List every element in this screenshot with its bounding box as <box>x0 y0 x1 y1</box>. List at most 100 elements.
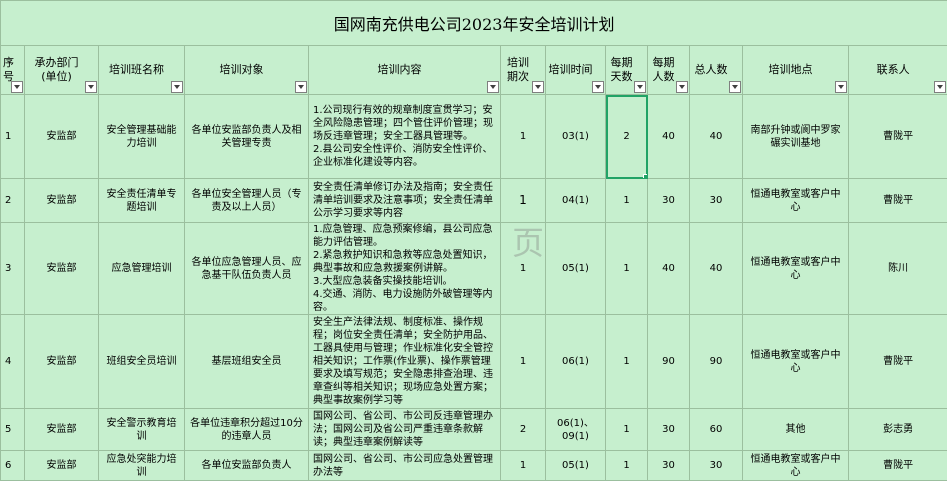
col-header-name[interactable]: 培训班名称 <box>99 46 185 95</box>
cell-no[interactable]: 2 <box>1 179 25 223</box>
filter-dropdown-icon[interactable] <box>934 81 946 93</box>
cell-days[interactable]: 1 <box>606 315 648 409</box>
cell-text: 1.公司现行有效的规章制度宣贯学习；安全风险隐患管理；四个管住评价管理；现场反违… <box>311 104 498 169</box>
cell-dept[interactable]: 安监部 <box>25 179 99 223</box>
cell-days[interactable]: 1 <box>606 179 648 223</box>
fill-handle[interactable] <box>643 174 648 179</box>
cell-sessions[interactable]: 1 <box>501 223 546 315</box>
cell-place[interactable]: 恒通电教室或客户中心 <box>743 223 849 315</box>
cell-target[interactable]: 各单位应急管理人员、应急基干队伍负责人员 <box>185 223 309 315</box>
cell-content[interactable]: 安全生产法律法规、制度标准、操作规程；岗位安全责任清单；安全防护用品、工器具使用… <box>309 315 501 409</box>
cell-content[interactable]: 安全责任清单修订办法及指南；安全责任清单培训要求及注意事项；安全责任清单公示学习… <box>309 179 501 223</box>
cell-contact[interactable]: 陈川 <box>849 223 947 315</box>
col-header-sessions[interactable]: 培训期次 <box>501 46 546 95</box>
cell-people[interactable]: 40 <box>648 223 690 315</box>
col-header-content[interactable]: 培训内容 <box>309 46 501 95</box>
cell-dept[interactable]: 安监部 <box>25 223 99 315</box>
cell-place[interactable]: 恒通电教室或客户中心 <box>743 315 849 409</box>
cell-content[interactable]: 国网公司、省公司、市公司应急处置管理办法等 <box>309 451 501 481</box>
cell-place[interactable]: 恒通电教室或客户中心 <box>743 451 849 481</box>
cell-time[interactable]: 03(1) <box>546 95 606 179</box>
cell-dept[interactable]: 安监部 <box>25 95 99 179</box>
filter-dropdown-icon[interactable] <box>634 81 646 93</box>
cell-place[interactable]: 南部升钟或阆中罗家碾实训基地 <box>743 95 849 179</box>
cell-days[interactable]: 1 <box>606 223 648 315</box>
cell-place[interactable]: 其他 <box>743 409 849 451</box>
cell-content[interactable]: 国网公司、省公司、市公司反违章管理办法；国网公司及省公司严重违章条款解读；典型违… <box>309 409 501 451</box>
cell-sessions[interactable]: 1 <box>501 95 546 179</box>
cell-sessions[interactable]: 1 <box>501 179 546 223</box>
cell-total[interactable]: 90 <box>690 315 743 409</box>
cell-target[interactable]: 各单位安全管理人员（专责及以上人员） <box>185 179 309 223</box>
cell-no[interactable]: 5 <box>1 409 25 451</box>
filter-dropdown-icon[interactable] <box>729 81 741 93</box>
cell-dept[interactable]: 安监部 <box>25 315 99 409</box>
cell-dept[interactable]: 安监部 <box>25 451 99 481</box>
col-header-time[interactable]: 培训时间 <box>546 46 606 95</box>
cell-total[interactable]: 30 <box>690 451 743 481</box>
cell-no[interactable]: 6 <box>1 451 25 481</box>
cell-target[interactable]: 各单位违章积分超过10分的违章人员 <box>185 409 309 451</box>
col-header-dept[interactable]: 承办部门(单位) <box>25 46 99 95</box>
cell-text: 陈川 <box>851 262 945 275</box>
filter-dropdown-icon[interactable] <box>532 81 544 93</box>
cell-people[interactable]: 30 <box>648 409 690 451</box>
cell-no[interactable]: 4 <box>1 315 25 409</box>
cell-no[interactable]: 1 <box>1 95 25 179</box>
cell-total[interactable]: 40 <box>690 223 743 315</box>
cell-target[interactable]: 基层班组安全员 <box>185 315 309 409</box>
sheet-title[interactable]: 国网南充供电公司2023年安全培训计划 <box>1 1 947 46</box>
cell-target[interactable]: 各单位安监部负责人 <box>185 451 309 481</box>
col-header-people[interactable]: 每期人数 <box>648 46 690 95</box>
cell-sessions[interactable]: 1 <box>501 315 546 409</box>
cell-time[interactable]: 04(1) <box>546 179 606 223</box>
cell-total[interactable]: 30 <box>690 179 743 223</box>
cell-people[interactable]: 30 <box>648 179 690 223</box>
col-header-no[interactable]: 序号 <box>1 46 25 95</box>
col-header-total[interactable]: 总人数 <box>690 46 743 95</box>
cell-name[interactable]: 班组安全员培训 <box>99 315 185 409</box>
cell-name[interactable]: 安全责任清单专题培训 <box>99 179 185 223</box>
cell-people[interactable]: 40 <box>648 95 690 179</box>
cell-time[interactable]: 06(1) <box>546 315 606 409</box>
filter-dropdown-icon[interactable] <box>835 81 847 93</box>
cell-contact[interactable]: 曹陇平 <box>849 315 947 409</box>
cell-days[interactable]: 1 <box>606 451 648 481</box>
col-header-place[interactable]: 培训地点 <box>743 46 849 95</box>
filter-dropdown-icon[interactable] <box>592 81 604 93</box>
cell-name[interactable]: 应急管理培训 <box>99 223 185 315</box>
cell-name[interactable]: 安全管理基础能力培训 <box>99 95 185 179</box>
cell-place[interactable]: 恒通电教室或客户中心 <box>743 179 849 223</box>
filter-dropdown-icon[interactable] <box>676 81 688 93</box>
cell-contact[interactable]: 彭志勇 <box>849 409 947 451</box>
col-header-days[interactable]: 每期天数 <box>606 46 648 95</box>
cell-name[interactable]: 应急处突能力培训 <box>99 451 185 481</box>
cell-people[interactable]: 30 <box>648 451 690 481</box>
cell-people[interactable]: 90 <box>648 315 690 409</box>
filter-dropdown-icon[interactable] <box>171 81 183 93</box>
cell-content[interactable]: 1.公司现行有效的规章制度宣贯学习；安全风险隐患管理；四个管住评价管理；现场反违… <box>309 95 501 179</box>
cell-total[interactable]: 60 <box>690 409 743 451</box>
cell-time[interactable]: 05(1) <box>546 451 606 481</box>
cell-no[interactable]: 3 <box>1 223 25 315</box>
cell-dept[interactable]: 安监部 <box>25 409 99 451</box>
col-header-target[interactable]: 培训对象 <box>185 46 309 95</box>
cell-time[interactable]: 05(1) <box>546 223 606 315</box>
cell-target[interactable]: 各单位安监部负责人及相关管理专责 <box>185 95 309 179</box>
cell-sessions[interactable]: 2 <box>501 409 546 451</box>
cell-name[interactable]: 安全警示教育培训 <box>99 409 185 451</box>
filter-dropdown-icon[interactable] <box>295 81 307 93</box>
cell-total[interactable]: 40 <box>690 95 743 179</box>
cell-days[interactable]: 1 <box>606 409 648 451</box>
cell-contact[interactable]: 曹陇平 <box>849 179 947 223</box>
cell-content[interactable]: 1.应急管理、应急预案修编，县公司应急能力评估管理。 2.紧急救护知识和急救等应… <box>309 223 501 315</box>
cell-contact[interactable]: 曹陇平 <box>849 451 947 481</box>
filter-dropdown-icon[interactable] <box>85 81 97 93</box>
selected-cell[interactable]: 2 <box>606 95 648 179</box>
filter-dropdown-icon[interactable] <box>487 81 499 93</box>
cell-sessions[interactable]: 1 <box>501 451 546 481</box>
cell-contact[interactable]: 曹陇平 <box>849 95 947 179</box>
cell-time[interactable]: 06(1)、09(1) <box>546 409 606 451</box>
filter-dropdown-icon[interactable] <box>11 81 23 93</box>
col-header-contact[interactable]: 联系人 <box>849 46 947 95</box>
